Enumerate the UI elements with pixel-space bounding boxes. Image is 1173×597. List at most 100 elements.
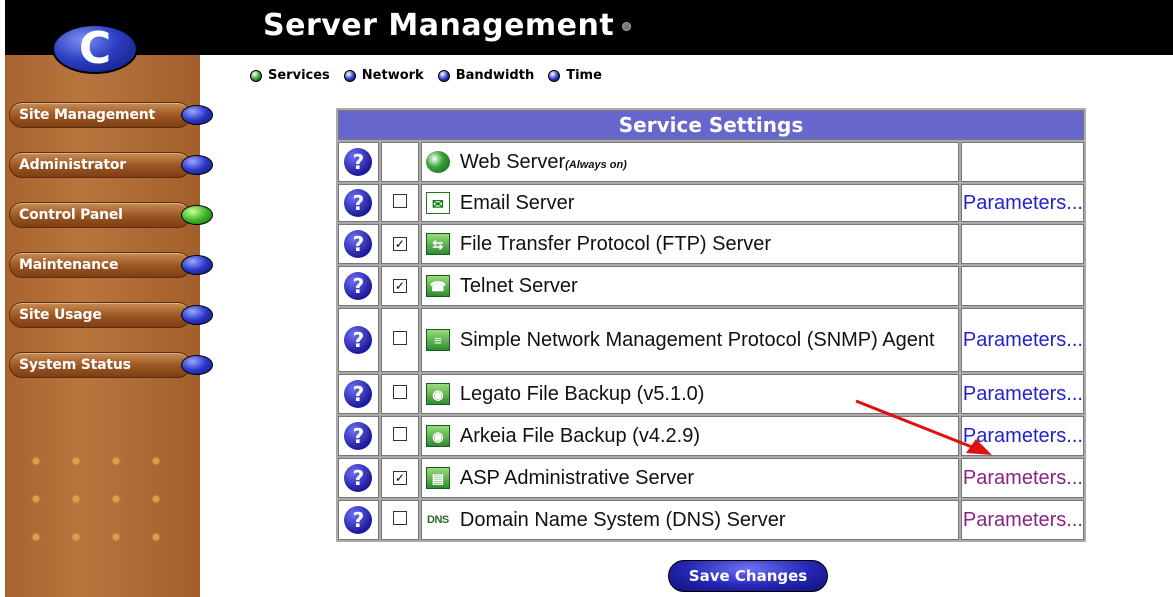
- sidebar-item-control-panel[interactable]: Control Panel: [9, 202, 213, 228]
- help-cell: ?: [338, 458, 379, 498]
- parameters-link[interactable]: Parameters...: [963, 329, 1083, 351]
- sidebar-item-site-management[interactable]: Site Management: [9, 102, 213, 128]
- checkbox-cell: ✓: [380, 266, 419, 306]
- service-name: Telnet Server: [459, 274, 578, 297]
- parameters-cell: Parameters...: [960, 500, 1084, 540]
- blue-orb-icon: [181, 105, 213, 125]
- annotation-arrow-icon: [855, 399, 992, 455]
- table-row: ? ✓ ☎ Telnet Server: [338, 266, 1084, 306]
- help-cell: ?: [338, 184, 379, 222]
- help-icon[interactable]: ?: [344, 148, 373, 176]
- parameters-link[interactable]: Parameters...: [963, 509, 1083, 531]
- parameters-link[interactable]: Parameters...: [963, 467, 1083, 489]
- table-row: ? ≡ Simple Network Management Protocol (SN…: [338, 308, 1084, 372]
- table-row: ? ✉ Email Server Parameters...: [338, 184, 1084, 222]
- decorative-dot-icon: [73, 496, 79, 502]
- service-name: ASP Administrative Server: [459, 466, 695, 489]
- header-bar: Server Management: [5, 0, 1173, 55]
- backup-icon: ◉: [425, 383, 450, 406]
- sidebar: Site Management Administrator Control Pane…: [5, 55, 213, 597]
- checkbox-cell: [380, 500, 419, 540]
- enable-checkbox[interactable]: ✓: [392, 279, 407, 293]
- blue-orb-icon: [181, 155, 213, 175]
- parameters-cell: Parameters...: [960, 184, 1084, 222]
- table-row: ? DNS Domain Name System (DNS) Server Param…: [338, 500, 1084, 540]
- help-cell: ?: [338, 500, 379, 540]
- sidebar-item-maintenance[interactable]: Maintenance: [9, 252, 213, 278]
- enable-checkbox[interactable]: [392, 330, 407, 345]
- enable-checkbox[interactable]: ✓: [392, 237, 407, 251]
- sidebar-item-administrator[interactable]: Administrator: [9, 152, 213, 178]
- parameters-link[interactable]: Parameters...: [963, 192, 1083, 214]
- table-row: ? Web Server(Always on): [338, 142, 1084, 182]
- tab-bullet-icon: [437, 69, 450, 82]
- always-on-note: (Always on): [565, 158, 627, 171]
- sidebar-item-system-status[interactable]: System Status: [9, 352, 213, 378]
- service-name: Domain Name System (DNS) Server: [459, 508, 786, 531]
- document-icon: ▤: [425, 467, 450, 490]
- table-header-row: Service Settings: [338, 110, 1084, 140]
- tab-time[interactable]: Time: [548, 68, 602, 83]
- help-cell: ?: [338, 416, 379, 456]
- service-name: Legato File Backup (v5.1.0): [459, 382, 705, 405]
- help-icon[interactable]: ?: [344, 422, 373, 450]
- decorative-dot-icon: [113, 534, 119, 540]
- help-icon[interactable]: ?: [344, 272, 373, 300]
- decorative-dot-icon: [113, 458, 119, 464]
- service-name: Arkeia File Backup (v4.2.9): [459, 424, 700, 447]
- backup-icon: ◉: [425, 425, 450, 448]
- sidebar-item-label: Administrator: [19, 157, 127, 173]
- service-name: Simple Network Management Protocol (SNMP…: [459, 328, 935, 351]
- help-cell: ?: [338, 266, 379, 306]
- help-cell: ?: [338, 142, 379, 182]
- checkbox-cell: ✓: [380, 224, 419, 264]
- sidebar-item-label: Control Panel: [19, 207, 123, 223]
- tab-bandwidth[interactable]: Bandwidth: [437, 68, 535, 83]
- decorative-dot-icon: [33, 458, 39, 464]
- service-name-cell: Web Server(Always on): [420, 142, 959, 182]
- enable-checkbox[interactable]: [392, 384, 407, 399]
- save-changes-button[interactable]: Save Changes: [668, 560, 828, 592]
- tab-label: Bandwidth: [455, 68, 535, 83]
- sidebar-item-site-usage[interactable]: Site Usage: [9, 302, 213, 328]
- enable-checkbox[interactable]: [392, 510, 407, 525]
- tab-network[interactable]: Network: [343, 68, 424, 83]
- tab-label: Time: [566, 68, 602, 83]
- help-icon[interactable]: ?: [344, 464, 373, 492]
- checkbox-cell: [380, 142, 419, 182]
- help-icon[interactable]: ?: [344, 380, 373, 408]
- telephone-icon: ☎: [425, 275, 450, 298]
- service-name: File Transfer Protocol (FTP) Server: [459, 232, 772, 255]
- enable-checkbox[interactable]: ✓: [392, 471, 407, 485]
- tab-bullet-icon: [250, 69, 262, 82]
- help-cell: ?: [338, 308, 379, 372]
- help-cell: ?: [338, 374, 379, 414]
- help-icon[interactable]: ?: [344, 230, 373, 258]
- service-name: Email Server: [459, 191, 575, 214]
- service-name-cell: ✉ Email Server: [420, 184, 959, 222]
- service-name-cell: ≡ Simple Network Management Protocol (SNM…: [420, 308, 959, 372]
- service-name: Web Server: [459, 150, 566, 173]
- decorative-dot-icon: [153, 496, 159, 502]
- help-icon[interactable]: ?: [344, 189, 373, 217]
- ftp-icon: ⇆: [425, 233, 450, 256]
- tab-label: Services: [268, 68, 330, 83]
- snmp-icon: ≡: [425, 329, 450, 352]
- sidebar-item-label: Maintenance: [19, 257, 119, 273]
- blue-orb-icon: [181, 305, 213, 325]
- dns-icon: DNS: [427, 514, 449, 527]
- tab-services[interactable]: Services: [250, 68, 330, 83]
- decorative-dot-icon: [73, 458, 79, 464]
- enable-checkbox[interactable]: [392, 193, 407, 208]
- decorative-dot-icon: [153, 458, 159, 464]
- table-row: ? ✓ ⇆ File Transfer Protocol (FTP) Server: [338, 224, 1084, 264]
- help-icon[interactable]: ?: [344, 326, 373, 354]
- sub-navigation: Services Network Bandwidth Time: [250, 68, 602, 83]
- enable-checkbox[interactable]: [392, 426, 407, 441]
- sidebar-item-label: Site Usage: [19, 307, 102, 323]
- decorative-dot-icon: [33, 534, 39, 540]
- help-icon[interactable]: ?: [344, 506, 373, 534]
- parameters-cell: Parameters...: [960, 308, 1084, 372]
- parameters-cell: [960, 266, 1084, 306]
- tab-label: Network: [361, 68, 424, 83]
